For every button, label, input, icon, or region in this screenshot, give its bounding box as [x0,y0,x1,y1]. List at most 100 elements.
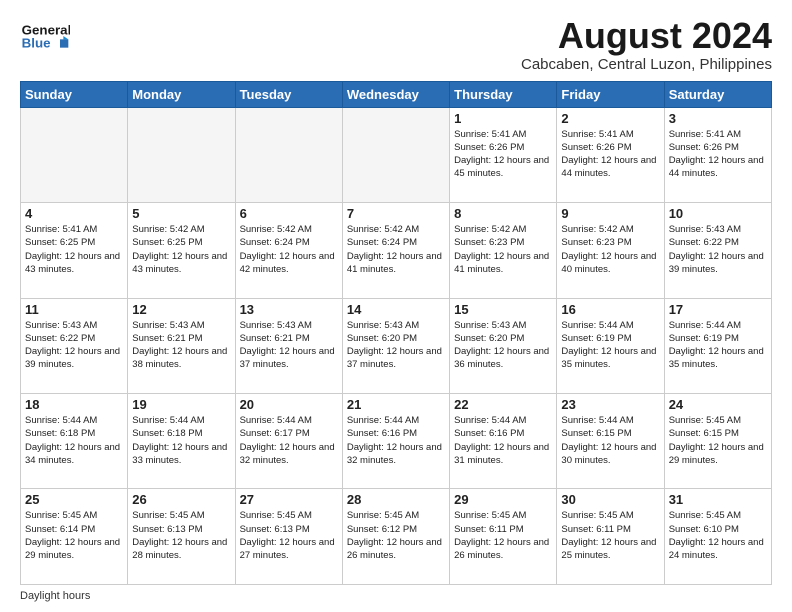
day-info: Sunrise: 5:44 AM Sunset: 6:16 PM Dayligh… [347,414,445,467]
day-info: Sunrise: 5:42 AM Sunset: 6:23 PM Dayligh… [561,223,659,276]
day-number: 28 [347,492,445,507]
day-info: Sunrise: 5:43 AM Sunset: 6:22 PM Dayligh… [25,319,123,372]
day-number: 3 [669,111,767,126]
day-number: 12 [132,302,230,317]
day-number: 25 [25,492,123,507]
calendar-header-saturday: Saturday [664,81,771,107]
day-number: 5 [132,206,230,221]
day-info: Sunrise: 5:41 AM Sunset: 6:26 PM Dayligh… [669,128,767,181]
calendar-header-friday: Friday [557,81,664,107]
day-number: 24 [669,397,767,412]
day-number: 13 [240,302,338,317]
day-info: Sunrise: 5:41 AM Sunset: 6:26 PM Dayligh… [561,128,659,181]
calendar-header-thursday: Thursday [450,81,557,107]
calendar-cell: 8Sunrise: 5:42 AM Sunset: 6:23 PM Daylig… [450,203,557,298]
page: General Blue August 2024 Cabcaben, Centr… [0,0,792,612]
calendar-cell: 29 Sunrise: 5:45 AM Sunset: 6:11 PM Dayli… [450,489,557,585]
main-title: August 2024 [521,16,772,56]
calendar-cell: 5 Sunrise: 5:42 AM Sunset: 6:25 PM Daylig… [128,203,235,298]
calendar-cell: 12 Sunrise: 5:43 AM Sunset: 6:21 PM Dayli… [128,298,235,393]
day-number: 26 [132,492,230,507]
calendar-cell: 4 Sunrise: 5:41 AM Sunset: 6:25 PM Daylig… [21,203,128,298]
day-info: Sunrise: 5:44 AM Sunset: 6:17 PM Dayligh… [240,414,338,467]
day-number: 1 [454,111,552,126]
calendar-cell: 28 Sunrise: 5:45 AM Sunset: 6:12 PM Dayli… [342,489,449,585]
calendar-cell: 13 Sunrise: 5:43 AM Sunset: 6:21 PM Dayli… [235,298,342,393]
day-number: 22 [454,397,552,412]
title-block: August 2024 Cabcaben, Central Luzon, Phi… [521,16,772,73]
day-info: Sunrise: 5:43 AM Sunset: 6:20 PM Dayligh… [454,319,552,372]
calendar-cell: 23 Sunrise: 5:44 AM Sunset: 6:15 PM Dayli… [557,394,664,489]
day-number: 23 [561,397,659,412]
day-info: Sunrise: 5:44 AM Sunset: 6:15 PM Dayligh… [561,414,659,467]
day-number: 8 [454,206,552,221]
calendar-cell [128,107,235,202]
calendar-week-4: 18 Sunrise: 5:44 AM Sunset: 6:18 PM Dayli… [21,394,772,489]
calendar-cell: 6Sunrise: 5:42 AM Sunset: 6:24 PM Daylig… [235,203,342,298]
header: General Blue August 2024 Cabcaben, Centr… [20,16,772,73]
day-info: Sunrise: 5:43 AM Sunset: 6:22 PM Dayligh… [669,223,767,276]
calendar-week-5: 25 Sunrise: 5:45 AM Sunset: 6:14 PM Dayli… [21,489,772,585]
calendar-cell: 3 Sunrise: 5:41 AM Sunset: 6:26 PM Daylig… [664,107,771,202]
calendar-cell: 15 Sunrise: 5:43 AM Sunset: 6:20 PM Dayli… [450,298,557,393]
calendar-cell: 7 Sunrise: 5:42 AM Sunset: 6:24 PM Daylig… [342,203,449,298]
day-info: Sunrise: 5:45 AM Sunset: 6:13 PM Dayligh… [240,509,338,562]
calendar-cell: 30Sunrise: 5:45 AM Sunset: 6:11 PM Dayli… [557,489,664,585]
calendar-cell: 16 Sunrise: 5:44 AM Sunset: 6:19 PM Dayli… [557,298,664,393]
svg-text:Blue: Blue [22,36,51,51]
calendar-cell: 21 Sunrise: 5:44 AM Sunset: 6:16 PM Dayli… [342,394,449,489]
day-info: Sunrise: 5:42 AM Sunset: 6:24 PM Dayligh… [240,223,338,276]
calendar-header-row: SundayMondayTuesdayWednesdayThursdayFrid… [21,81,772,107]
day-number: 16 [561,302,659,317]
calendar-cell: 25 Sunrise: 5:45 AM Sunset: 6:14 PM Dayli… [21,489,128,585]
calendar-cell: 9 Sunrise: 5:42 AM Sunset: 6:23 PM Daylig… [557,203,664,298]
day-info: Sunrise: 5:45 AM Sunset: 6:15 PM Dayligh… [669,414,767,467]
calendar-cell: 17 Sunrise: 5:44 AM Sunset: 6:19 PM Dayli… [664,298,771,393]
day-info: Sunrise: 5:43 AM Sunset: 6:20 PM Dayligh… [347,319,445,372]
calendar-cell [235,107,342,202]
calendar-cell: 19Sunrise: 5:44 AM Sunset: 6:18 PM Dayli… [128,394,235,489]
calendar-header-wednesday: Wednesday [342,81,449,107]
day-info: Sunrise: 5:43 AM Sunset: 6:21 PM Dayligh… [240,319,338,372]
day-number: 4 [25,206,123,221]
day-info: Sunrise: 5:44 AM Sunset: 6:19 PM Dayligh… [561,319,659,372]
day-info: Sunrise: 5:44 AM Sunset: 6:16 PM Dayligh… [454,414,552,467]
calendar-header-tuesday: Tuesday [235,81,342,107]
calendar-table: SundayMondayTuesdayWednesdayThursdayFrid… [20,81,772,585]
day-number: 7 [347,206,445,221]
day-number: 18 [25,397,123,412]
day-number: 10 [669,206,767,221]
day-number: 21 [347,397,445,412]
calendar-cell: 11Sunrise: 5:43 AM Sunset: 6:22 PM Dayli… [21,298,128,393]
calendar-cell: 22 Sunrise: 5:44 AM Sunset: 6:16 PM Dayli… [450,394,557,489]
day-info: Sunrise: 5:45 AM Sunset: 6:14 PM Dayligh… [25,509,123,562]
day-info: Sunrise: 5:44 AM Sunset: 6:19 PM Dayligh… [669,319,767,372]
day-info: Sunrise: 5:42 AM Sunset: 6:24 PM Dayligh… [347,223,445,276]
day-info: Sunrise: 5:45 AM Sunset: 6:12 PM Dayligh… [347,509,445,562]
calendar-cell [342,107,449,202]
day-number: 2 [561,111,659,126]
calendar-cell: 1 Sunrise: 5:41 AM Sunset: 6:26 PM Daylig… [450,107,557,202]
day-number: 20 [240,397,338,412]
day-info: Sunrise: 5:45 AM Sunset: 6:11 PM Dayligh… [454,509,552,562]
day-info: Sunrise: 5:41 AM Sunset: 6:26 PM Dayligh… [454,128,552,181]
day-info: Sunrise: 5:43 AM Sunset: 6:21 PM Dayligh… [132,319,230,372]
calendar-week-1: 1 Sunrise: 5:41 AM Sunset: 6:26 PM Daylig… [21,107,772,202]
day-number: 9 [561,206,659,221]
day-info: Sunrise: 5:44 AM Sunset: 6:18 PM Dayligh… [25,414,123,467]
logo: General Blue [20,16,70,56]
day-info: Sunrise: 5:41 AM Sunset: 6:25 PM Dayligh… [25,223,123,276]
day-number: 17 [669,302,767,317]
calendar-cell [21,107,128,202]
day-number: 27 [240,492,338,507]
footer: Daylight hours [20,590,772,602]
day-number: 29 [454,492,552,507]
day-info: Sunrise: 5:42 AM Sunset: 6:25 PM Dayligh… [132,223,230,276]
day-number: 15 [454,302,552,317]
subtitle: Cabcaben, Central Luzon, Philippines [521,56,772,73]
daylight-label: Daylight hours [20,590,90,602]
day-number: 30 [561,492,659,507]
day-number: 14 [347,302,445,317]
calendar-cell: 20 Sunrise: 5:44 AM Sunset: 6:17 PM Dayli… [235,394,342,489]
calendar-week-3: 11Sunrise: 5:43 AM Sunset: 6:22 PM Dayli… [21,298,772,393]
